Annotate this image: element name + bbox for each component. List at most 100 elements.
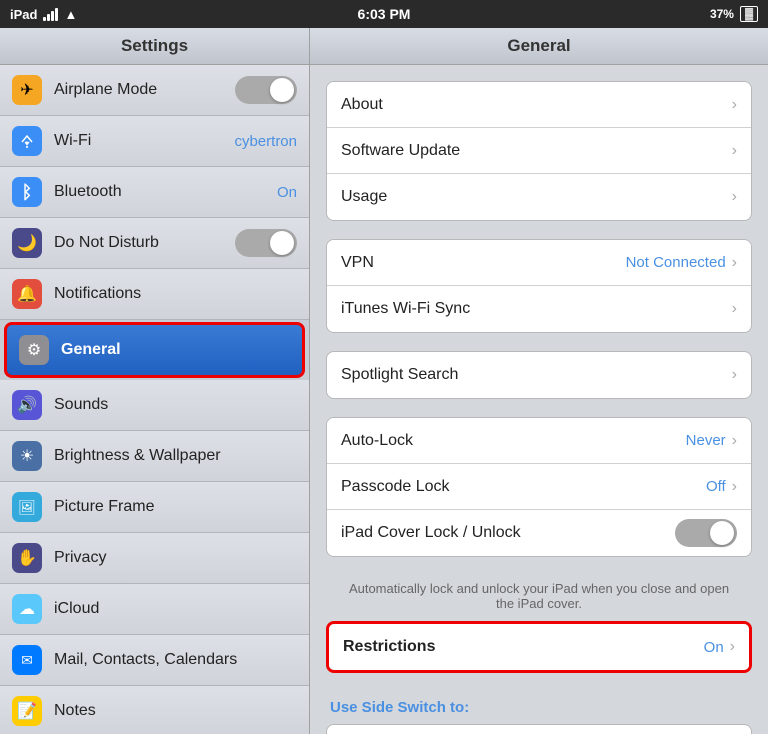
airplane-mode-toggle[interactable]: OFF <box>235 76 297 104</box>
ipad-cover-toggle[interactable]: OFF <box>675 519 737 547</box>
wifi-value: cybertron <box>234 133 297 150</box>
group-spotlight: Spotlight Search › <box>326 351 752 399</box>
passcode-lock-value: Off <box>706 478 726 495</box>
sidebar-item-sounds[interactable]: 🔊 Sounds <box>0 380 309 431</box>
row-itunes-sync[interactable]: iTunes Wi-Fi Sync › <box>327 286 751 332</box>
sidebar-item-brightness[interactable]: ☀ Brightness & Wallpaper <box>0 431 309 482</box>
notes-icon: 📝 <box>12 696 42 726</box>
main-content: General About › Software Update › Usage … <box>310 28 768 734</box>
status-time: 6:03 PM <box>358 6 411 22</box>
group-side-switch <box>326 724 752 734</box>
passcode-lock-chevron: › <box>732 478 737 496</box>
airplane-mode-icon: ✈ <box>12 75 42 105</box>
main-layout: Settings ✈ Airplane Mode OFF Wi-Fi cyber… <box>0 28 768 734</box>
icloud-label: iCloud <box>54 600 297 618</box>
mail-icon: ✉ <box>12 645 42 675</box>
row-side-switch-placeholder[interactable] <box>327 725 751 734</box>
bluetooth-icon: ᛒ <box>12 177 42 207</box>
about-chevron: › <box>732 96 737 114</box>
use-side-switch-title: Use Side Switch to: <box>326 691 752 720</box>
itunes-sync-chevron: › <box>732 300 737 318</box>
notifications-label: Notifications <box>54 285 297 303</box>
bluetooth-value: On <box>277 184 297 201</box>
auto-lock-value: Never <box>686 432 726 449</box>
restrictions-value: On <box>704 639 724 656</box>
sidebar-item-do-not-disturb[interactable]: 🌙 Do Not Disturb OFF <box>0 218 309 269</box>
sidebar-header: Settings <box>0 28 309 65</box>
general-label: General <box>61 341 290 359</box>
software-update-chevron: › <box>732 142 737 160</box>
carrier-label: iPad <box>10 7 37 22</box>
auto-lock-chevron: › <box>732 432 737 450</box>
sidebar-item-mail[interactable]: ✉ Mail, Contacts, Calendars <box>0 635 309 686</box>
sidebar-item-notes[interactable]: 📝 Notes <box>0 686 309 734</box>
bluetooth-label: Bluetooth <box>54 183 277 201</box>
mail-label: Mail, Contacts, Calendars <box>54 651 297 669</box>
row-auto-lock[interactable]: Auto-Lock Never › <box>327 418 751 464</box>
sidebar-item-privacy[interactable]: ✋ Privacy <box>0 533 309 584</box>
brightness-icon: ☀ <box>12 441 42 471</box>
sidebar-item-picture-frame[interactable]: 🖼 Picture Frame <box>0 482 309 533</box>
wifi-icon: ▲ <box>64 7 77 22</box>
sidebar-item-icloud[interactable]: ☁ iCloud <box>0 584 309 635</box>
do-not-disturb-icon: 🌙 <box>12 228 42 258</box>
do-not-disturb-label: Do Not Disturb <box>54 234 235 252</box>
picture-frame-label: Picture Frame <box>54 498 297 516</box>
main-header: General <box>310 28 768 65</box>
passcode-lock-label: Passcode Lock <box>341 478 706 496</box>
row-software-update[interactable]: Software Update › <box>327 128 751 174</box>
spotlight-label: Spotlight Search <box>341 366 732 384</box>
ipad-cover-note: Automatically lock and unlock your iPad … <box>326 575 752 621</box>
notes-label: Notes <box>54 702 297 720</box>
brightness-label: Brightness & Wallpaper <box>54 447 297 465</box>
picture-frame-icon: 🖼 <box>12 492 42 522</box>
notifications-icon: 🔔 <box>12 279 42 309</box>
row-ipad-cover[interactable]: iPad Cover Lock / Unlock OFF <box>327 510 751 556</box>
sidebar-item-wifi[interactable]: Wi-Fi cybertron <box>0 116 309 167</box>
itunes-sync-label: iTunes Wi-Fi Sync <box>341 300 732 318</box>
row-spotlight[interactable]: Spotlight Search › <box>327 352 751 398</box>
vpn-value: Not Connected <box>626 254 726 271</box>
airplane-mode-label: Airplane Mode <box>54 81 235 99</box>
do-not-disturb-toggle[interactable]: OFF <box>235 229 297 257</box>
row-vpn[interactable]: VPN Not Connected › <box>327 240 751 286</box>
software-update-label: Software Update <box>341 142 732 160</box>
status-bar: iPad ▲ 6:03 PM 37% ▓ <box>0 0 768 28</box>
status-left: iPad ▲ <box>10 7 77 22</box>
restrictions-group: Restrictions On › <box>326 621 752 673</box>
battery-icon: ▓ <box>740 6 758 22</box>
status-right: 37% ▓ <box>710 6 758 22</box>
privacy-icon: ✋ <box>12 543 42 573</box>
sounds-label: Sounds <box>54 396 297 414</box>
about-label: About <box>341 96 732 114</box>
wifi-label: Wi-Fi <box>54 132 234 150</box>
group-about: About › Software Update › Usage › <box>326 81 752 221</box>
ipad-cover-label: iPad Cover Lock / Unlock <box>341 524 675 542</box>
sidebar-item-bluetooth[interactable]: ᛒ Bluetooth On <box>0 167 309 218</box>
group-vpn: VPN Not Connected › iTunes Wi-Fi Sync › <box>326 239 752 333</box>
restrictions-chevron: › <box>730 638 735 656</box>
vpn-chevron: › <box>732 254 737 272</box>
row-about[interactable]: About › <box>327 82 751 128</box>
general-icon: ⚙ <box>19 335 49 365</box>
content-area: About › Software Update › Usage › VPN No… <box>310 65 768 734</box>
privacy-label: Privacy <box>54 549 297 567</box>
usage-chevron: › <box>732 188 737 206</box>
row-passcode-lock[interactable]: Passcode Lock Off › <box>327 464 751 510</box>
icloud-icon: ☁ <box>12 594 42 624</box>
sidebar-item-airplane-mode[interactable]: ✈ Airplane Mode OFF <box>0 65 309 116</box>
restrictions-label: Restrictions <box>343 638 704 656</box>
signal-icon <box>43 8 58 21</box>
row-usage[interactable]: Usage › <box>327 174 751 220</box>
sidebar-item-notifications[interactable]: 🔔 Notifications <box>0 269 309 320</box>
usage-label: Usage <box>341 188 732 206</box>
row-restrictions[interactable]: Restrictions On › <box>329 624 749 670</box>
vpn-label: VPN <box>341 254 626 272</box>
sidebar: Settings ✈ Airplane Mode OFF Wi-Fi cyber… <box>0 28 310 734</box>
spotlight-chevron: › <box>732 366 737 384</box>
auto-lock-label: Auto-Lock <box>341 432 686 450</box>
wifi-sidebar-icon <box>12 126 42 156</box>
sidebar-item-general[interactable]: ⚙ General <box>4 322 305 378</box>
sounds-icon: 🔊 <box>12 390 42 420</box>
battery-label: 37% <box>710 7 734 21</box>
